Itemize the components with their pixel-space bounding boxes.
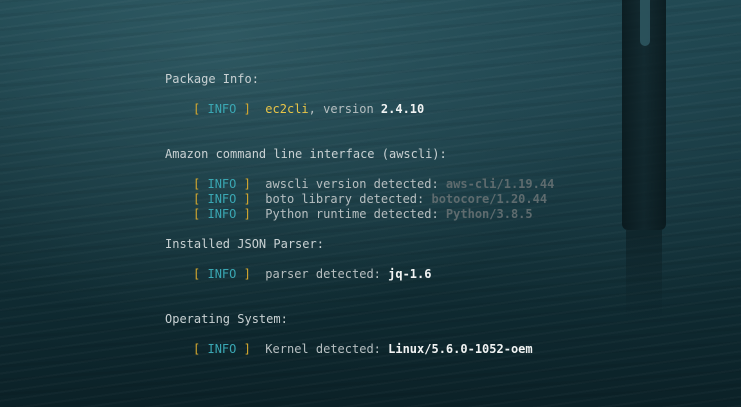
bracket-close: ] [243, 192, 251, 206]
boto-version-value: botocore/1.20.44 [431, 192, 548, 206]
log-line-awscli-version: [ INFO ] awscli version detected: aws-cl… [193, 177, 554, 192]
bracket-close: ] [243, 177, 251, 191]
info-tag: INFO [207, 342, 237, 356]
log-line-boto-version: [ INFO ] boto library detected: botocore… [193, 192, 547, 207]
bracket-open: [ [193, 192, 201, 206]
python-version-value: Python/3.8.5 [445, 207, 533, 221]
version-value: 2.4.10 [380, 102, 425, 116]
bracket-close: ] [243, 267, 251, 281]
section-title-awscli: Amazon command line interface (awscli): [165, 147, 447, 161]
bracket-open: [ [193, 102, 201, 116]
log-line-parser: [ INFO ] parser detected: jq-1.6 [193, 267, 431, 282]
terminal-output: Package Info: [ INFO ] ec2cli, version 2… [165, 72, 725, 372]
info-tag: INFO [207, 192, 237, 206]
package-name: ec2cli [265, 102, 309, 116]
info-tag: INFO [207, 267, 237, 281]
bracket-open: [ [193, 342, 201, 356]
log-message: parser detected: [265, 267, 389, 281]
parser-value: jq-1.6 [388, 267, 432, 281]
log-message: Python runtime detected: [265, 207, 446, 221]
awscli-version-value: aws-cli/1.19.44 [445, 177, 555, 191]
bracket-close: ] [243, 342, 251, 356]
info-tag: INFO [207, 102, 237, 116]
log-line-python-version: [ INFO ] Python runtime detected: Python… [193, 207, 533, 222]
log-message: awscli version detected: [265, 177, 446, 191]
info-tag: INFO [207, 177, 237, 191]
log-message: , version [308, 102, 381, 116]
log-line-kernel: [ INFO ] Kernel detected: Linux/5.6.0-10… [193, 342, 533, 357]
bracket-open: [ [193, 267, 201, 281]
bracket-close: ] [243, 207, 251, 221]
bracket-close: ] [243, 102, 251, 116]
log-message: boto library detected: [265, 192, 432, 206]
bracket-open: [ [193, 177, 201, 191]
kernel-value: Linux/5.6.0-1052-oem [388, 342, 533, 356]
log-message: Kernel detected: [265, 342, 389, 356]
log-line-version: [ INFO ] ec2cli, version 2.4.10 [193, 102, 424, 117]
section-title-package-info: Package Info: [165, 72, 259, 86]
bracket-open: [ [193, 207, 201, 221]
section-title-operating-system: Operating System: [165, 312, 288, 326]
section-title-json-parser: Installed JSON Parser: [165, 237, 324, 251]
info-tag: INFO [207, 207, 237, 221]
